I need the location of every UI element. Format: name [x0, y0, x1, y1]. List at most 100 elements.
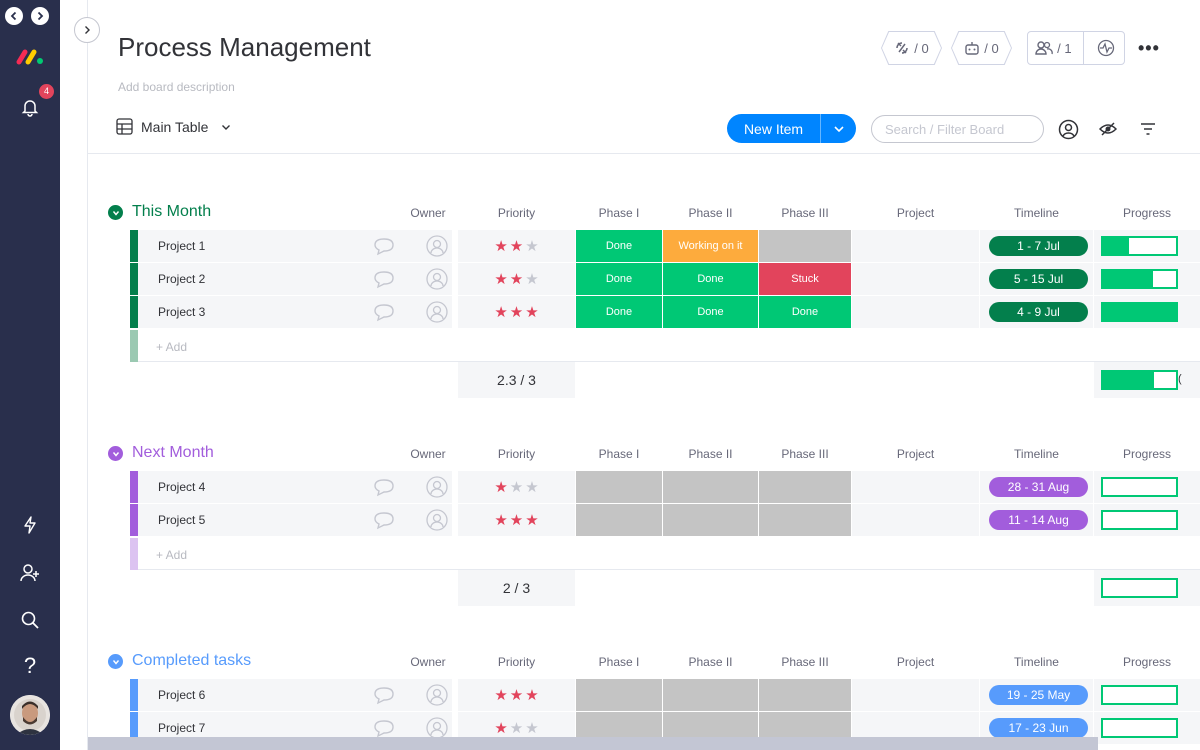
- table-row[interactable]: Project 5 ★ ★ ★ 11 - 14 Aug: [130, 504, 1200, 536]
- column-header-project[interactable]: Project: [852, 447, 979, 461]
- comment-icon[interactable]: [372, 302, 396, 322]
- comment-icon[interactable]: [372, 477, 396, 497]
- item-name[interactable]: Project 1: [158, 239, 205, 253]
- timeline-cell[interactable]: 4 - 9 Jul: [980, 296, 1093, 328]
- item-name[interactable]: Project 7: [158, 721, 205, 735]
- status-cell-phase2[interactable]: [663, 679, 758, 711]
- table-row[interactable]: Project 3★★★DoneDoneDone4 - 9 Jul1: [130, 296, 1200, 328]
- automations-button[interactable]: / 0: [951, 31, 1012, 65]
- item-name-cell[interactable]: Project 5: [138, 504, 452, 536]
- group-title[interactable]: Next Month: [132, 444, 214, 462]
- status-cell-phase3[interactable]: Stuck: [759, 263, 851, 295]
- priority-rating[interactable]: ★ ★ ★: [458, 471, 575, 503]
- timeline-pill[interactable]: 4 - 9 Jul: [989, 302, 1088, 322]
- timeline-pill[interactable]: 11 - 14 Aug: [989, 510, 1088, 530]
- star-icon[interactable]: ★: [510, 719, 523, 737]
- status-cell-phase3[interactable]: [759, 679, 851, 711]
- notifications-button[interactable]: [17, 94, 43, 120]
- star-icon[interactable]: ★: [510, 511, 523, 529]
- timeline-cell[interactable]: 19 - 25 May: [980, 679, 1093, 711]
- column-header-timeline[interactable]: Timeline: [980, 447, 1093, 461]
- star-icon[interactable]: ★: [494, 237, 507, 255]
- status-cell-phase2[interactable]: Working on it: [663, 230, 758, 262]
- help-button[interactable]: ?: [20, 653, 40, 679]
- column-header-timeline[interactable]: Timeline: [980, 655, 1093, 669]
- project-cell[interactable]: [852, 263, 979, 295]
- timeline-pill[interactable]: 19 - 25 May: [989, 685, 1088, 705]
- status-cell-phase1[interactable]: Done: [576, 263, 662, 295]
- priority-rating[interactable]: ★ ★ ★: [458, 230, 575, 262]
- table-row[interactable]: Project 6 ★ ★ ★ 19 - 25 May: [130, 679, 1200, 711]
- timeline-cell[interactable]: 11 - 14 Aug: [980, 504, 1093, 536]
- column-header-progress[interactable]: Progress: [1094, 655, 1200, 669]
- column-header-phase1[interactable]: Phase I: [576, 447, 662, 461]
- star-icon[interactable]: ★: [525, 511, 538, 529]
- column-header-phase3[interactable]: Phase III: [759, 655, 851, 669]
- invite-members-button[interactable]: [17, 560, 43, 586]
- board-title[interactable]: Process Management: [118, 32, 371, 63]
- person-filter-button[interactable]: [1057, 118, 1079, 140]
- integrations-button[interactable]: / 0: [881, 31, 942, 65]
- column-header-project[interactable]: Project: [852, 655, 979, 669]
- timeline-pill[interactable]: 28 - 31 Aug: [989, 477, 1088, 497]
- priority-rating[interactable]: ★ ★ ★: [458, 263, 575, 295]
- owner-avatar-icon[interactable]: [426, 268, 448, 290]
- table-row[interactable]: Project 4 ★ ★ ★ 28 - 31 Aug: [130, 471, 1200, 503]
- star-icon[interactable]: ★: [525, 237, 538, 255]
- timeline-pill[interactable]: 1 - 7 Jul: [989, 236, 1088, 256]
- add-item-row[interactable]: + Add: [130, 538, 1200, 570]
- column-header-project[interactable]: Project: [852, 206, 979, 220]
- comment-icon[interactable]: [372, 510, 396, 530]
- status-cell-phase1[interactable]: Done: [576, 230, 662, 262]
- star-icon[interactable]: ★: [525, 270, 538, 288]
- column-header-priority[interactable]: Priority: [458, 655, 575, 669]
- column-header-priority[interactable]: Priority: [458, 206, 575, 220]
- table-row[interactable]: Project 2 ★ ★ ★ Done Done Stuck 5 - 15 Jul: [130, 263, 1200, 295]
- column-header-timeline[interactable]: Timeline: [980, 206, 1093, 220]
- status-cell-phase2[interactable]: [663, 504, 758, 536]
- star-icon[interactable]: ★: [510, 303, 523, 321]
- item-name[interactable]: Project 6: [158, 688, 205, 702]
- item-name[interactable]: Project 3: [158, 305, 205, 319]
- view-tab-main-table[interactable]: Main Table: [116, 118, 232, 135]
- back-button[interactable]: [5, 7, 23, 25]
- column-header-owner[interactable]: Owner: [398, 206, 458, 220]
- item-name-cell[interactable]: Project 6: [138, 679, 452, 711]
- column-header-phase3[interactable]: Phase III: [759, 206, 851, 220]
- activity-button[interactable]: [1088, 39, 1124, 57]
- status-cell-phase3[interactable]: [759, 471, 851, 503]
- column-header-phase2[interactable]: Phase II: [663, 447, 758, 461]
- star-icon[interactable]: ★: [510, 478, 523, 496]
- timeline-cell[interactable]: 1 - 7 Jul: [980, 230, 1093, 262]
- filter-button[interactable]: [1137, 118, 1159, 140]
- star-icon[interactable]: ★: [510, 270, 523, 288]
- owner-avatar-icon[interactable]: [426, 301, 448, 323]
- column-header-progress[interactable]: Progress: [1094, 206, 1200, 220]
- board-description[interactable]: Add board description: [118, 80, 235, 94]
- owner-avatar-icon[interactable]: [426, 684, 448, 706]
- owner-avatar-icon[interactable]: [426, 509, 448, 531]
- item-name-cell[interactable]: Project 1: [138, 230, 452, 262]
- column-header-phase1[interactable]: Phase I: [576, 655, 662, 669]
- comment-icon[interactable]: [372, 236, 396, 256]
- item-name-cell[interactable]: Project 4: [138, 471, 452, 503]
- comment-icon[interactable]: [372, 685, 396, 705]
- status-cell-phase3[interactable]: Done: [759, 296, 851, 328]
- item-name[interactable]: Project 2: [158, 272, 205, 286]
- star-icon[interactable]: ★: [494, 686, 507, 704]
- status-cell-phase2[interactable]: Done: [663, 263, 758, 295]
- monday-logo-icon[interactable]: [15, 44, 45, 68]
- project-cell[interactable]: [852, 679, 979, 711]
- project-cell[interactable]: [852, 504, 979, 536]
- add-item-row[interactable]: + Add: [130, 330, 1200, 362]
- priority-rating[interactable]: ★ ★ ★: [458, 679, 575, 711]
- owner-avatar-icon[interactable]: [426, 717, 448, 739]
- star-icon[interactable]: ★: [525, 719, 538, 737]
- column-header-owner[interactable]: Owner: [398, 655, 458, 669]
- project-cell[interactable]: [852, 296, 979, 328]
- star-icon[interactable]: ★: [494, 303, 507, 321]
- automations-button[interactable]: [17, 512, 43, 538]
- status-cell-phase1[interactable]: Done: [576, 296, 662, 328]
- status-cell-phase1[interactable]: [576, 471, 662, 503]
- members-button[interactable]: / 1: [1028, 40, 1079, 56]
